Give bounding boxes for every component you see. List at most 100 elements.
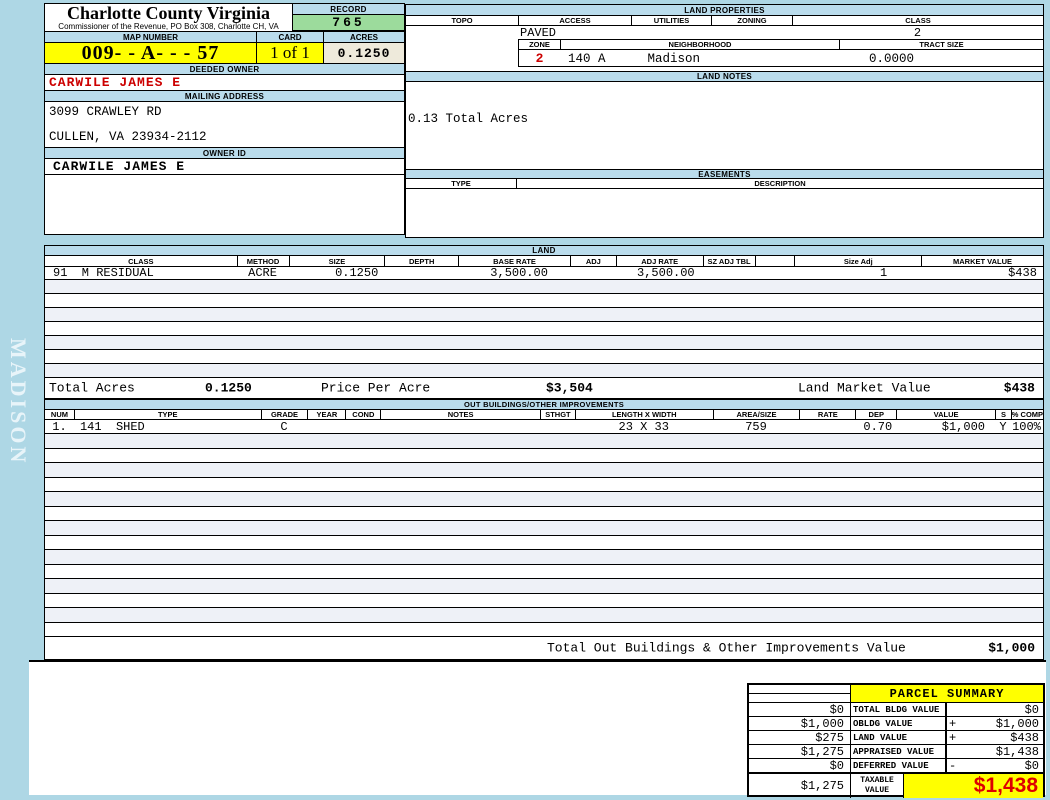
column-header xyxy=(754,256,795,266)
easements-columns: TYPE DESCRIPTION xyxy=(406,179,1043,189)
parcel-summary-row: $1,000 OBLDG VALUE + $1,000 xyxy=(749,716,1043,731)
table-cell: 91 M RESIDUAL xyxy=(53,266,154,280)
empty-row xyxy=(45,449,1043,463)
summary-value: $1,438 xyxy=(995,744,1039,759)
land-notes-box: 0.13 Total Acres xyxy=(406,82,1043,169)
land-market-value: $438 xyxy=(1003,380,1035,396)
empty-row xyxy=(45,308,1043,322)
empty-row xyxy=(45,608,1043,623)
commissioner-line: Commissioner of the Revenue, PO Box 308,… xyxy=(58,22,279,31)
tract-size-value: 0.0000 xyxy=(869,51,915,66)
deeded-owner-value: CARWILE JAMES E xyxy=(45,75,404,91)
table-cell: 3,500.00 xyxy=(490,266,548,280)
land-totals-row: Total Acres 0.1250 Price Per Acre $3,504… xyxy=(45,378,1043,398)
empty-row xyxy=(45,336,1043,350)
empty-row xyxy=(45,565,1043,579)
summary-value-group: + $1,000 xyxy=(945,717,1043,731)
table-cell: 0.1250 xyxy=(335,266,379,280)
prior-value-header-cell xyxy=(749,685,850,702)
table-cell: $1,000 xyxy=(941,419,985,434)
mailing-address-label: MAILING ADDRESS xyxy=(45,91,404,102)
column-header: RATE xyxy=(799,410,855,419)
owner-id-label: OWNER ID xyxy=(45,148,404,159)
column-header: STHGT xyxy=(539,410,575,419)
easements-title: EASEMENTS xyxy=(406,169,1043,179)
empty-row xyxy=(45,492,1043,507)
land-market-value-label: Land Market Value xyxy=(798,380,931,396)
record-value: 765 xyxy=(293,15,404,31)
zone-neighborhood-box: ZONE NEIGHBORHOOD TRACT SIZE 2 140 A Mad… xyxy=(518,39,1043,67)
column-header: GRADE xyxy=(260,410,308,419)
table-cell: ACRE xyxy=(248,266,277,280)
zoning-column-label: ZONING xyxy=(711,16,792,25)
empty-row xyxy=(45,364,1043,378)
mailing-address-box: 3099 CRAWLEY RD CULLEN, VA 23934-2112 xyxy=(45,102,404,148)
spacer-cell xyxy=(749,685,850,694)
class-column-label: CLASS xyxy=(792,16,1043,25)
column-header: S xyxy=(995,410,1011,419)
bottom-panel: PARCEL SUMMARY $0 TOTAL BLDG VALUE $0 $1,000… xyxy=(29,660,1046,798)
prior-value: $1,275 xyxy=(800,779,844,793)
outbuildings-table-title: OUT BUILDINGS/OTHER IMPROVEMENTS xyxy=(45,400,1043,410)
record-box: RECORD 765 xyxy=(292,4,404,31)
column-header: YEAR xyxy=(307,410,345,419)
parcel-summary-row: $1,275 APPRAISED VALUE $1,438 xyxy=(749,744,1043,759)
land-properties-title: LAND PROPERTIES xyxy=(406,5,1043,16)
outbuildings-total-value: $1,000 xyxy=(988,640,1035,656)
empty-row xyxy=(45,623,1043,637)
summary-label: DEFERRED VALUE xyxy=(850,759,945,772)
land-table-title: LAND xyxy=(45,246,1043,256)
land-properties-columns: TOPO ACCESS UTILITIES ZONING CLASS xyxy=(406,16,1043,26)
card-label: CARD xyxy=(256,32,323,42)
empty-row xyxy=(45,594,1043,608)
card-value: 1 of 1 xyxy=(256,43,323,63)
column-header: DEP xyxy=(855,410,896,419)
acres-label: ACRES xyxy=(323,32,404,42)
summary-value-group: - $0 xyxy=(945,758,1043,773)
access-value: PAVED xyxy=(520,26,557,39)
neighborhood-value: 140 A Madison xyxy=(560,52,839,66)
prior-value: $1,000 xyxy=(800,716,844,731)
empty-row xyxy=(45,536,1043,550)
summary-value: $0 xyxy=(1024,758,1039,773)
column-header: ADJ RATE xyxy=(615,256,703,266)
neighborhood-name: Madison xyxy=(647,51,701,66)
empty-row xyxy=(45,463,1043,478)
zone-column-label: ZONE xyxy=(529,40,550,49)
summary-label: LAND VALUE xyxy=(850,731,945,744)
county-title-cell: Charlotte County Virginia Commissioner o… xyxy=(45,4,292,31)
empty-row xyxy=(45,507,1043,521)
easement-type-column-label: TYPE xyxy=(451,179,471,188)
column-header: NUM xyxy=(50,410,69,419)
class-value: 2 xyxy=(913,26,922,39)
column-header: COND xyxy=(345,410,380,419)
prior-value: $0 xyxy=(829,758,844,773)
parcel-summary-title: PARCEL SUMMARY xyxy=(850,685,1043,702)
outbuildings-total-label: Total Out Buildings & Other Improvements… xyxy=(547,640,906,656)
summary-value-group: + $438 xyxy=(945,730,1043,745)
deeded-owner-label: DEEDED OWNER xyxy=(45,64,404,75)
summary-sign: - xyxy=(949,758,957,773)
mailing-address-line2: CULLEN, VA 23934-2112 xyxy=(49,130,207,144)
table-cell: 141 SHED xyxy=(79,419,145,434)
column-header: SZ ADJ TBL xyxy=(702,256,755,266)
column-header: AREA/SIZE xyxy=(712,410,800,419)
parcel-summary-row: $1,275 TAXABLE VALUE $1,438 xyxy=(749,772,1043,798)
empty-row xyxy=(45,434,1043,449)
column-header: NOTES xyxy=(380,410,540,419)
total-acres-value: 0.1250 xyxy=(205,380,252,396)
table-cell: 0.70 xyxy=(863,419,893,434)
column-header: LENGTH X WIDTH xyxy=(574,410,713,419)
summary-sign: + xyxy=(949,730,957,745)
land-notes-text: 0.13 Total Acres xyxy=(408,112,529,126)
map-card-acres-header: MAP NUMBER CARD ACRES xyxy=(45,31,404,43)
empty-row xyxy=(45,579,1043,594)
outbuildings-table-panel: OUT BUILDINGS/OTHER IMPROVEMENTS NUM TYPE… xyxy=(44,399,1044,660)
land-table-panel: LAND CLASS METHOD SIZE DEPTH BASE RATE ADJ ADJ… xyxy=(44,245,1044,399)
land-properties-values: PAVED 2 xyxy=(406,26,1043,39)
summary-value: $0 xyxy=(1024,702,1039,717)
empty-row xyxy=(45,521,1043,536)
summary-label: APPRAISED VALUE xyxy=(850,745,945,758)
parcel-summary-header: PARCEL SUMMARY xyxy=(749,685,1043,702)
map-number-value: 009- - A- - - 57 xyxy=(45,43,256,63)
